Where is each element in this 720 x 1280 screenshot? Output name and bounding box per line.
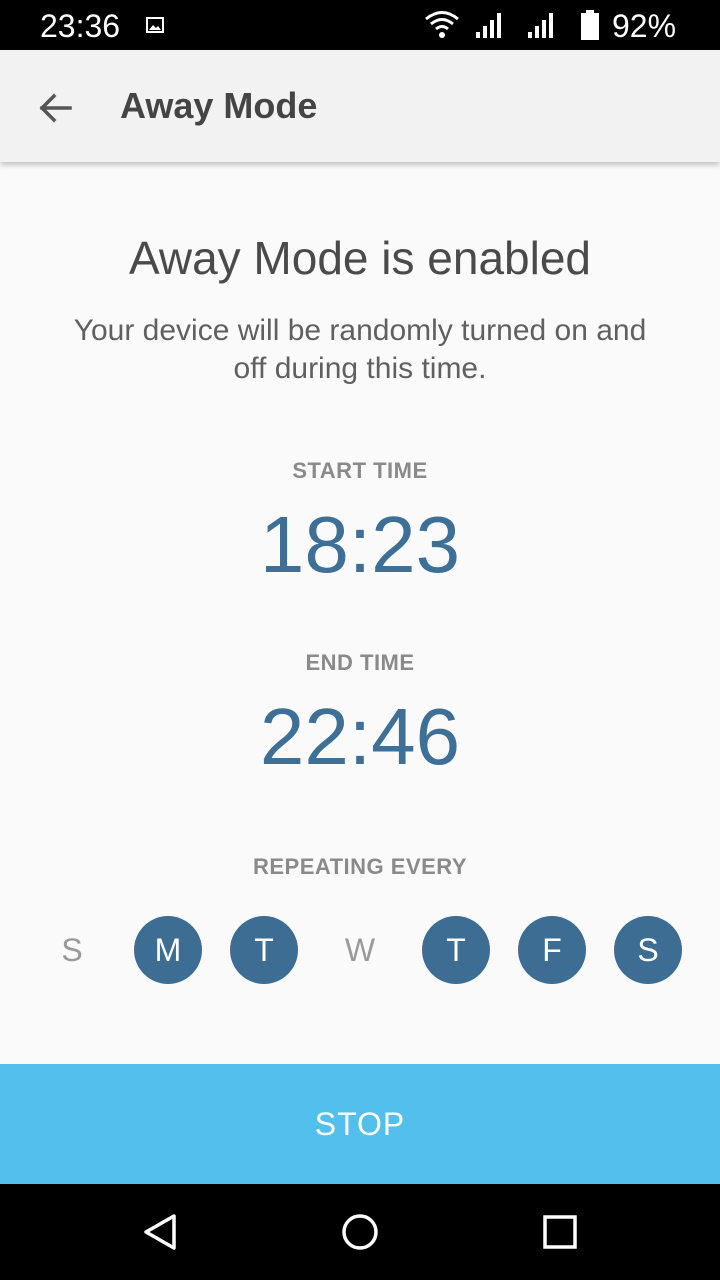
cell-signal-icon	[474, 10, 506, 45]
away-mode-content: Away Mode is enabled Your device will be…	[0, 162, 720, 1064]
status-bar: 23:36 92%	[0, 0, 720, 50]
page-title: Away Mode	[120, 85, 318, 126]
wifi-icon	[424, 10, 460, 45]
system-nav-bar	[0, 1184, 720, 1280]
image-notification-icon	[146, 16, 164, 39]
nav-recents-icon[interactable]	[540, 1212, 580, 1252]
nav-back-icon[interactable]	[140, 1212, 180, 1252]
start-time-label: START TIME	[292, 458, 428, 483]
stop-button[interactable]: STOP	[0, 1064, 720, 1184]
app-bar: Away Mode	[0, 50, 720, 162]
cell-signal-icon	[526, 10, 558, 45]
status-description: Your device will be randomly turned on a…	[73, 314, 647, 385]
battery-percent: 92%	[612, 8, 677, 44]
status-time: 23:36	[40, 8, 121, 44]
day-thursday[interactable]: T	[422, 916, 490, 984]
end-time-value[interactable]: 22:46	[0, 692, 720, 782]
day-friday[interactable]: F	[518, 916, 586, 984]
end-time-label: END TIME	[305, 650, 415, 675]
status-heading: Away Mode is enabled	[129, 232, 591, 284]
back-arrow-icon[interactable]	[36, 88, 76, 128]
day-selector: S M T W T F S	[0, 916, 720, 986]
start-time-value[interactable]: 18:23	[0, 500, 720, 590]
nav-home-icon[interactable]	[340, 1212, 380, 1252]
day-saturday[interactable]: S	[614, 916, 682, 984]
day-tuesday[interactable]: T	[230, 916, 298, 984]
day-sunday[interactable]: S	[38, 916, 106, 984]
day-wednesday[interactable]: W	[326, 916, 394, 984]
battery-icon	[580, 10, 600, 45]
repeating-label: REPEATING EVERY	[252, 854, 468, 879]
day-monday[interactable]: M	[134, 916, 202, 984]
